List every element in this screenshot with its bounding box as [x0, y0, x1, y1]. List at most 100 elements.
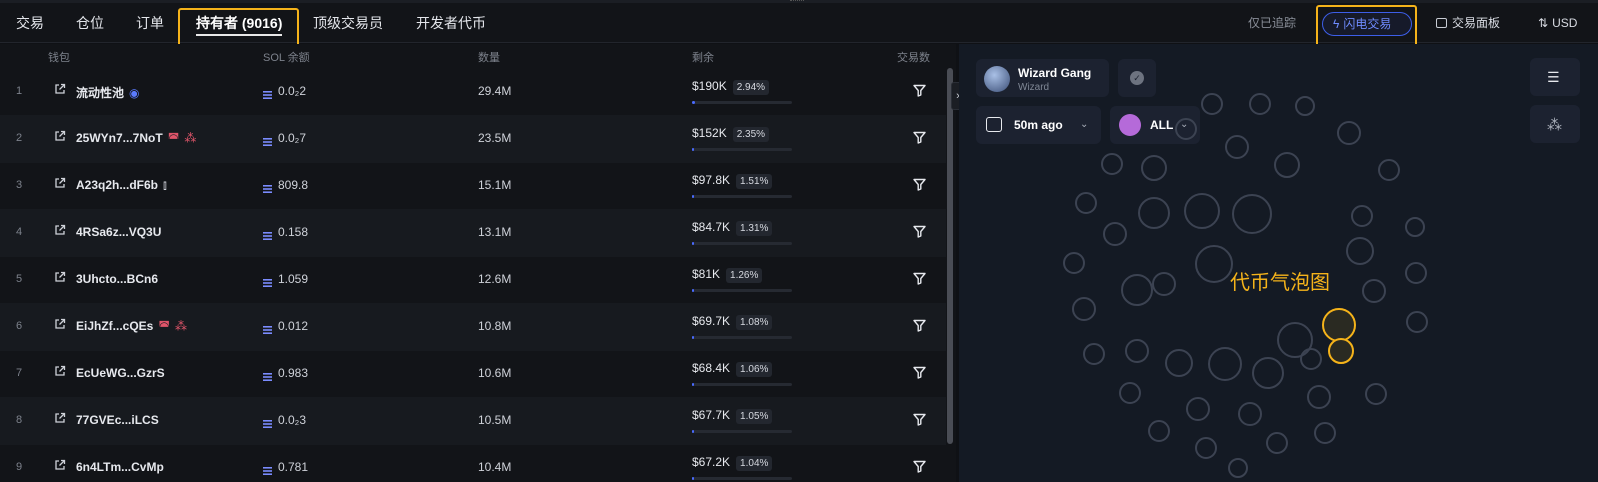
holder-bubble[interactable]: [1125, 339, 1149, 363]
holder-bubble[interactable]: [1208, 347, 1242, 381]
holder-bubble[interactable]: [1277, 322, 1313, 358]
holding-bar: [692, 336, 792, 339]
table-row[interactable]: 5 3Uhcto...BCn6 1.059 12.6M $81K 1.26%: [0, 256, 946, 304]
holder-bubble[interactable]: [1274, 152, 1300, 178]
tab-positions[interactable]: 仓位: [76, 3, 104, 43]
tab-holders[interactable]: 持有者 (9016): [196, 3, 283, 43]
holder-bubble[interactable]: [1225, 135, 1249, 159]
wallet-address[interactable]: 6n4LTm...CvMp: [76, 460, 164, 474]
highlighted-bubble[interactable]: [1328, 338, 1354, 364]
wallet-address[interactable]: 25WYn7...7NoT ◚ ⁂: [76, 131, 196, 145]
track-only-toggle[interactable]: 仅已追踪: [1248, 3, 1296, 43]
holder-bubble[interactable]: [1406, 311, 1428, 333]
tab-dev-tokens[interactable]: 开发者代币: [416, 3, 486, 43]
tab-orders[interactable]: 订单: [136, 3, 164, 43]
currency-toggle[interactable]: ⇅ USD: [1538, 3, 1577, 43]
holder-bubble[interactable]: [1195, 437, 1217, 459]
external-link-icon[interactable]: [54, 318, 66, 330]
table-row[interactable]: 6 EiJhZf...cQEs ◚ ⁂ 0.012 10.8M $69.7K 1.08%: [0, 303, 946, 351]
holder-bubble[interactable]: [1201, 93, 1223, 115]
holder-bubble[interactable]: [1365, 383, 1387, 405]
list-view-button[interactable]: ☰: [1530, 58, 1580, 96]
filter-icon[interactable]: [913, 460, 926, 473]
holder-bubble[interactable]: [1083, 343, 1105, 365]
table-row[interactable]: 7 EcUeWG...GzrS 0.983 10.6M $68.4K 1.06%: [0, 350, 946, 398]
holder-bubble[interactable]: [1266, 432, 1288, 454]
holder-bubble[interactable]: [1184, 193, 1220, 229]
external-link-icon[interactable]: [54, 271, 66, 283]
holder-bubble[interactable]: [1378, 159, 1400, 181]
holder-bubble[interactable]: [1138, 197, 1170, 229]
wallet-address[interactable]: 流动性池 ◉: [76, 84, 140, 101]
table-row[interactable]: 8 77GVEc...iLCS 0.0₂3 10.5M $67.7K 1.05%: [0, 397, 946, 445]
holder-bubble[interactable]: [1351, 205, 1373, 227]
holder-bubble[interactable]: [1252, 357, 1284, 389]
holder-bubble[interactable]: [1307, 385, 1331, 409]
holder-bubble[interactable]: [1195, 245, 1233, 283]
table-row[interactable]: 9 6n4LTm...CvMp 0.781 10.4M $67.2K 1.04%: [0, 444, 946, 482]
wallet-address[interactable]: A23q2h...dF6b ⫾: [76, 178, 167, 193]
holder-bubble[interactable]: [1346, 237, 1374, 265]
highlighted-bubble[interactable]: [1322, 308, 1356, 342]
external-link-icon[interactable]: [54, 224, 66, 236]
holder-bubble[interactable]: [1175, 118, 1197, 140]
table-row[interactable]: 3 A23q2h...dF6b ⫾ 809.8 15.1M $97.8K 1.51%: [0, 162, 946, 210]
bubble-settings-button[interactable]: ⁂: [1530, 105, 1580, 143]
trade-panel-button[interactable]: 交易面板: [1436, 3, 1500, 43]
filter-icon[interactable]: [913, 272, 926, 285]
holder-bubble[interactable]: [1405, 217, 1425, 237]
wallet-address[interactable]: 3Uhcto...BCn6: [76, 272, 158, 286]
holder-bubble[interactable]: [1119, 382, 1141, 404]
scrollbar-thumb[interactable]: [947, 68, 953, 444]
wallet-address[interactable]: EiJhZf...cQEs ◚ ⁂: [76, 319, 187, 333]
filter-icon[interactable]: [913, 319, 926, 332]
holder-bubble[interactable]: [1101, 153, 1123, 175]
holder-bubble[interactable]: [1148, 420, 1170, 442]
table-row[interactable]: 2 25WYn7...7NoT ◚ ⁂ 0.0₂7 23.5M $152K 2.35%: [0, 115, 946, 163]
wallet-address[interactable]: 77GVEc...iLCS: [76, 413, 159, 427]
external-link-icon[interactable]: [54, 177, 66, 189]
holder-bubble[interactable]: [1075, 192, 1097, 214]
holder-bubble[interactable]: [1228, 458, 1248, 478]
holder-bubble[interactable]: [1300, 348, 1322, 370]
token-quantity: 10.4M: [478, 460, 512, 474]
filter-icon[interactable]: [913, 366, 926, 379]
filter-icon[interactable]: [913, 131, 926, 144]
external-link-icon[interactable]: [54, 83, 66, 95]
table-row[interactable]: 4 4RSa6z...VQ3U 0.158 13.1M $84.7K 1.31%: [0, 209, 946, 257]
table-row[interactable]: 1 流动性池 ◉ 0.0₂2 29.4M $190K 2.94%: [0, 68, 946, 116]
table-scrollbar[interactable]: [946, 68, 954, 478]
flash-trade-button[interactable]: ϟ 闪电交易: [1322, 12, 1412, 36]
filter-icon[interactable]: [913, 178, 926, 191]
holder-bubble[interactable]: [1238, 402, 1262, 426]
external-link-icon[interactable]: [54, 412, 66, 424]
filter-icon[interactable]: [913, 413, 926, 426]
external-link-icon[interactable]: [54, 130, 66, 142]
holder-bubble[interactable]: [1072, 297, 1096, 321]
holder-bubble[interactable]: [1405, 262, 1427, 284]
holder-bubble[interactable]: [1141, 155, 1167, 181]
holder-bubble[interactable]: [1063, 252, 1085, 274]
tab-trades[interactable]: 交易: [16, 3, 44, 43]
holder-bubble[interactable]: [1249, 93, 1271, 115]
tab-top-traders[interactable]: 顶级交易员: [313, 3, 383, 43]
filter-icon[interactable]: [913, 84, 926, 97]
holder-bubble[interactable]: [1165, 349, 1193, 377]
row-rank: 2: [16, 132, 23, 144]
holder-bubble[interactable]: [1152, 272, 1176, 296]
holder-bubble[interactable]: [1314, 422, 1336, 444]
wallet-address[interactable]: 4RSa6z...VQ3U: [76, 225, 161, 239]
wallet-address[interactable]: EcUeWG...GzrS: [76, 366, 165, 380]
holder-bubble[interactable]: [1103, 222, 1127, 246]
token-quantity: 10.5M: [478, 413, 512, 427]
holder-bubble[interactable]: [1121, 274, 1153, 306]
filter-icon[interactable]: [913, 225, 926, 238]
sol-balance: 0.0₂7: [278, 131, 307, 145]
external-link-icon[interactable]: [54, 365, 66, 377]
holder-bubble[interactable]: [1337, 121, 1361, 145]
holder-bubble[interactable]: [1186, 397, 1210, 421]
holder-bubble[interactable]: [1295, 96, 1315, 116]
holder-bubble[interactable]: [1232, 194, 1272, 234]
external-link-icon[interactable]: [54, 459, 66, 471]
holder-bubble[interactable]: [1362, 279, 1386, 303]
